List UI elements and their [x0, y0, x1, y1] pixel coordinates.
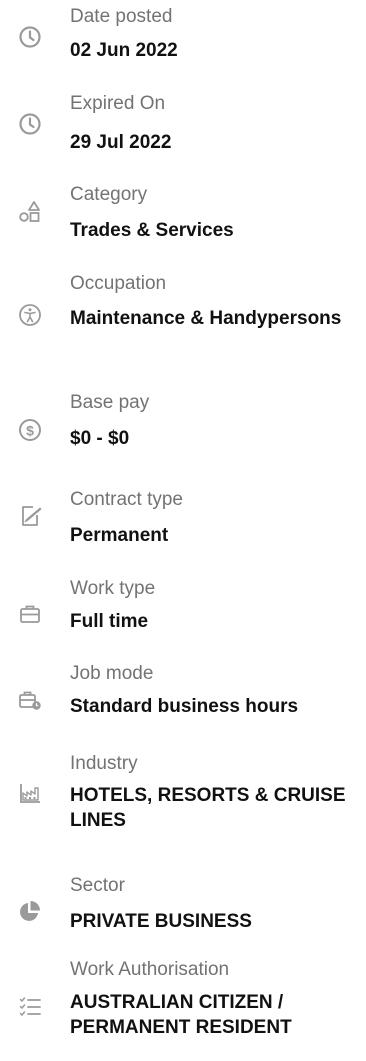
contract-edit-icon — [17, 503, 43, 529]
detail-value: AUSTRALIAN CITIZEN / PERMANENT RESIDENT — [70, 992, 292, 1038]
detail-value: PRIVATE BUSINESS — [70, 911, 252, 932]
detail-label: Category — [70, 184, 148, 205]
detail-expired-on: Expired On 29 Jul 2022 — [0, 80, 366, 160]
detail-label: Base pay — [70, 392, 150, 413]
checklist-icon — [17, 995, 43, 1021]
detail-value: Standard business hours — [70, 696, 299, 717]
detail-label: Work type — [70, 578, 156, 599]
pie-chart-icon — [17, 898, 43, 924]
detail-value: Maintenance & Handypersons — [70, 308, 342, 329]
accessibility-icon — [17, 302, 43, 328]
detail-label: Sector — [70, 875, 125, 896]
detail-label: Work Authorisation — [70, 959, 230, 980]
industry-chart-icon — [17, 780, 43, 806]
detail-occupation: Occupation Maintenance & Handypersons — [0, 265, 366, 375]
detail-date-posted: Date posted 02 Jun 2022 — [0, 0, 366, 80]
clock-icon — [17, 111, 43, 137]
detail-value: 29 Jul 2022 — [70, 132, 172, 153]
detail-label: Occupation — [70, 273, 167, 294]
briefcase-icon — [17, 601, 43, 627]
detail-label: Industry — [70, 753, 138, 774]
shapes-icon — [17, 199, 43, 225]
detail-work-type: Work type Full time — [0, 565, 366, 645]
detail-value: $0 - $0 — [70, 428, 130, 449]
detail-contract-type: Contract type Permanent — [0, 475, 366, 560]
dollar-icon: $ — [17, 417, 43, 443]
detail-value: Permanent — [70, 525, 169, 546]
detail-base-pay: $ Base pay $0 - $0 — [0, 385, 366, 465]
detail-industry: Industry HOTELS, RESORTS & CRUISE LINES — [0, 745, 366, 855]
briefcase-clock-icon — [17, 687, 43, 713]
detail-value: HOTELS, RESORTS & CRUISE LINES — [70, 785, 346, 831]
detail-job-mode: Job mode Standard business hours — [0, 655, 366, 735]
detail-sector: Sector PRIVATE BUSINESS — [0, 865, 366, 945]
detail-value: Full time — [70, 611, 149, 632]
detail-label: Contract type — [70, 489, 183, 510]
detail-category: Category Trades & Services — [0, 170, 366, 250]
detail-label: Expired On — [70, 93, 166, 114]
detail-value: 02 Jun 2022 — [70, 40, 178, 61]
svg-text:$: $ — [26, 422, 34, 438]
detail-work-authorisation: Work Authorisation AUSTRALIAN CITIZEN / … — [0, 945, 366, 1061]
detail-value: Trades & Services — [70, 220, 234, 241]
detail-label: Job mode — [70, 663, 154, 684]
detail-label: Date posted — [70, 6, 173, 27]
clock-icon — [17, 24, 43, 50]
